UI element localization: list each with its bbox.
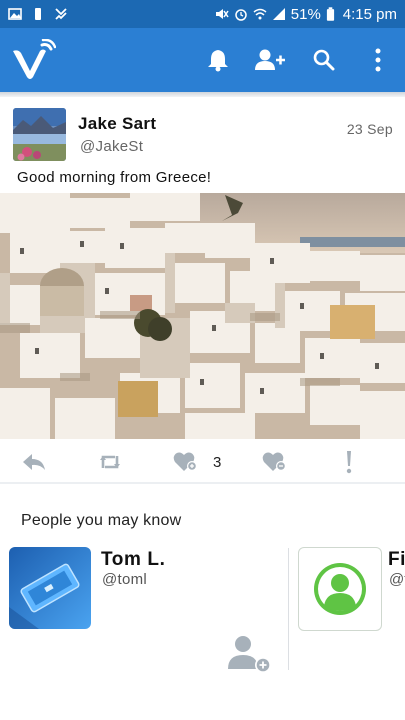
suggested-user-name[interactable]: Fi [388, 549, 405, 571]
system-icons: 51% 4:15 pm [215, 6, 397, 23]
app-bar [0, 28, 405, 92]
avatar-landscape-image [13, 108, 66, 161]
download-check-icon [55, 8, 67, 20]
wifi-icon [253, 8, 267, 20]
app-logo-icon[interactable] [10, 39, 56, 81]
report-button[interactable] [345, 446, 353, 478]
reply-button[interactable] [22, 446, 46, 478]
like-button[interactable]: 3 [173, 446, 221, 478]
heart-plus-icon [173, 452, 197, 471]
card-divider [288, 548, 289, 670]
retweet-button[interactable] [99, 446, 121, 478]
tweet-date: 23 Sep [346, 121, 393, 137]
exclamation-icon [346, 451, 352, 474]
follow-user-button[interactable] [226, 634, 272, 676]
notification-icons [8, 7, 68, 21]
device-photo-image [9, 547, 91, 629]
people-you-may-know-title: People you may know [21, 512, 182, 529]
tweet-actions: 3 [0, 442, 405, 482]
battery-icon [326, 6, 334, 21]
avatar[interactable] [13, 108, 66, 161]
tweet-text: Good morning from Greece! [17, 169, 212, 186]
author-handle[interactable]: @JakeSt [80, 138, 143, 155]
tweet-card[interactable]: Jake Sart @JakeSt 23 Sep Good morning fr… [0, 97, 405, 482]
notifications-button[interactable] [202, 44, 234, 76]
add-user-icon [255, 49, 285, 70]
phone-icon [35, 8, 41, 20]
dislike-button[interactable] [262, 446, 288, 478]
suggested-user-handle[interactable]: @toml [102, 571, 147, 588]
search-button[interactable] [308, 44, 340, 76]
retweet-icon [100, 455, 120, 469]
heart-minus-icon [262, 452, 286, 471]
suggested-user-name[interactable]: Tom L. [101, 549, 165, 571]
tweet-photo[interactable] [0, 193, 405, 439]
overflow-menu-button[interactable] [362, 44, 394, 76]
reply-icon [23, 454, 45, 470]
bell-icon [208, 50, 228, 72]
add-user-button[interactable] [252, 44, 288, 76]
santorini-photo-image [0, 193, 405, 439]
status-bar: 51% 4:15 pm [0, 0, 405, 28]
search-icon [313, 49, 335, 71]
author-name[interactable]: Jake Sart [78, 114, 156, 134]
signal-icon [272, 8, 285, 20]
suggested-user-avatar[interactable] [9, 547, 91, 629]
suggested-user-handle[interactable]: @f [389, 571, 405, 588]
gallery-icon [8, 8, 22, 20]
mute-icon [215, 9, 229, 19]
like-count: 3 [213, 453, 222, 471]
default-avatar-icon [314, 563, 366, 615]
clock: 4:15 pm [342, 5, 397, 23]
section-divider [0, 482, 405, 484]
alarm-icon [235, 9, 247, 21]
add-user-icon [228, 636, 271, 673]
battery-percent: 51% [290, 5, 321, 23]
suggested-user-avatar[interactable] [298, 547, 382, 631]
more-vertical-icon [375, 48, 381, 72]
